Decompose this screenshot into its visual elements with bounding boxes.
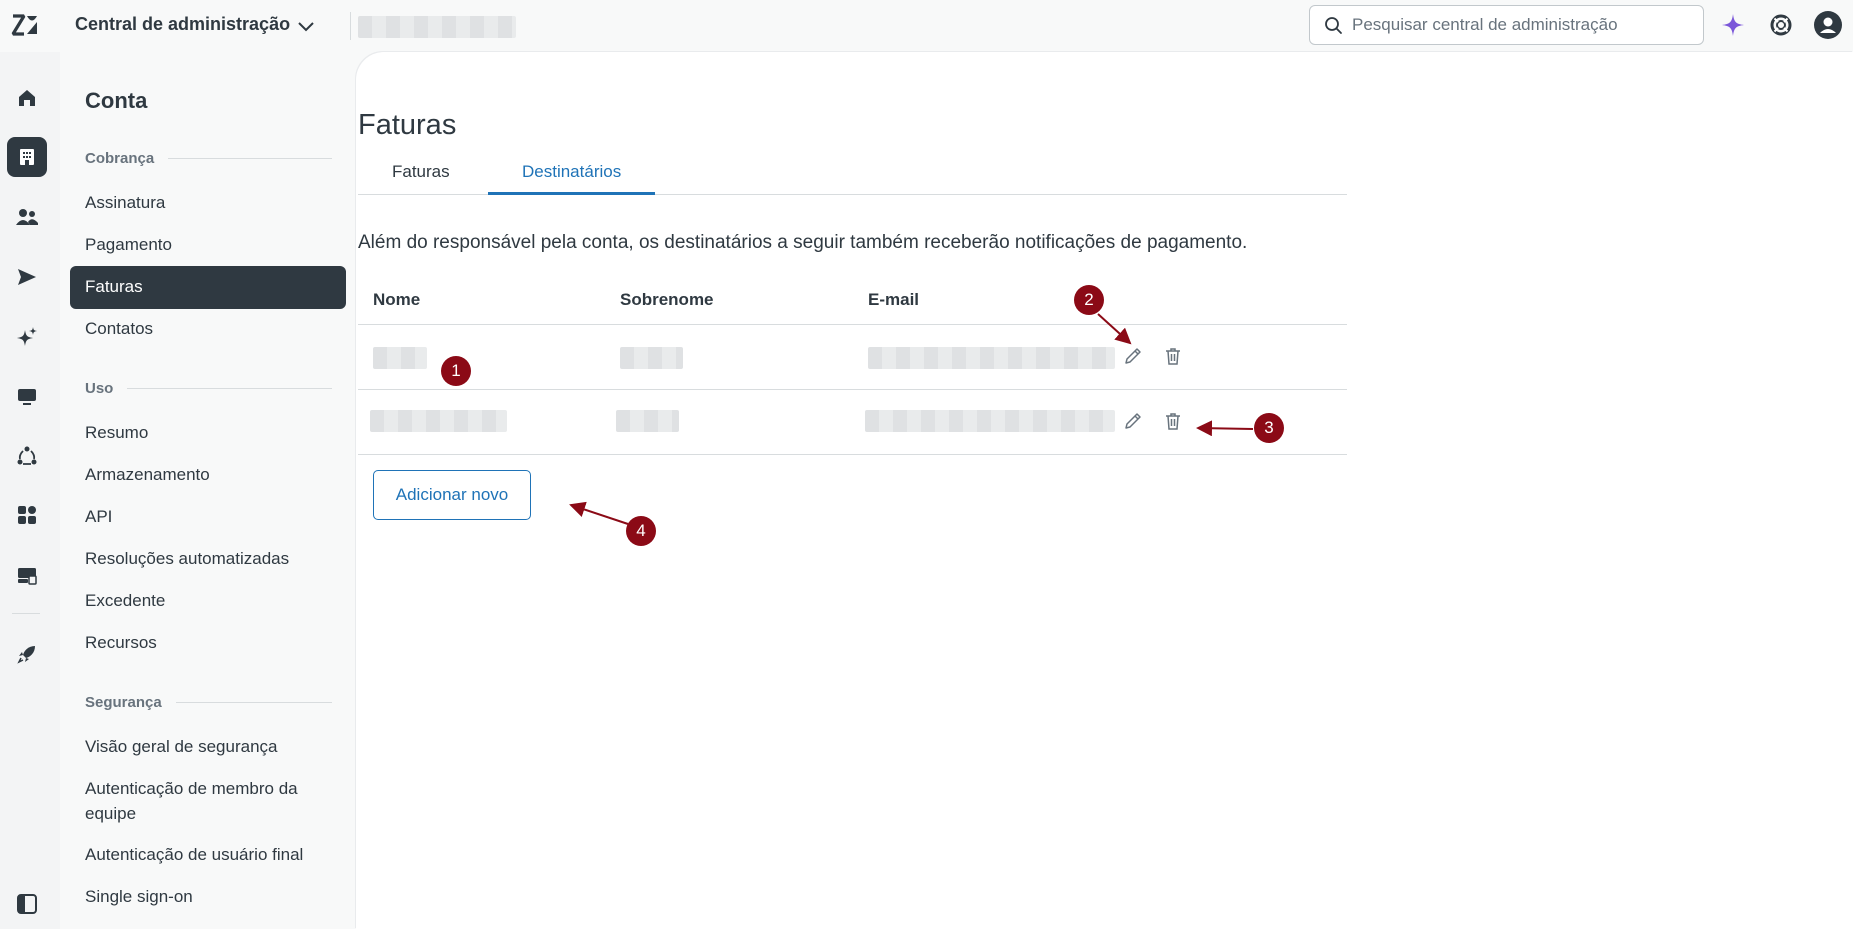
section-label: Cobrança — [85, 149, 155, 167]
section-label: Uso — [85, 379, 114, 397]
sidebar-item-pagamento[interactable]: Pagamento — [70, 224, 346, 267]
server-icon[interactable] — [7, 555, 47, 595]
sidebar-item-recursos[interactable]: Recursos — [70, 622, 346, 665]
edit-pencil-icon[interactable] — [1120, 343, 1146, 369]
sidebar-item-resumo[interactable]: Resumo — [70, 412, 346, 455]
search-field[interactable] — [1309, 5, 1704, 45]
sidebar-item-assinatura[interactable]: Assinatura — [70, 182, 346, 225]
sidebar-item-single-sign-on[interactable]: Single sign-on — [70, 876, 346, 919]
tab-bar: Faturas Destinatários — [358, 150, 1347, 195]
recipients-table: Nome Sobrenome E-mail — [358, 277, 1347, 455]
annotation-badge-1: 1 — [441, 356, 471, 386]
first-name-redacted — [373, 347, 427, 369]
sidebar-item-armazenamento[interactable]: Armazenamento — [70, 454, 346, 497]
annotation-badge-4: 4 — [626, 516, 656, 546]
sparkle-icon[interactable] — [7, 317, 47, 357]
main-content: Faturas Faturas Destinatários Além do re… — [356, 52, 1853, 929]
email-redacted — [865, 410, 1115, 432]
column-header-sobrenome: Sobrenome — [620, 290, 714, 309]
section-label: Segurança — [85, 693, 162, 711]
ai-sparkle-icon[interactable] — [1718, 10, 1748, 40]
top-header: Central de administração — [0, 0, 1853, 52]
tab-faturas[interactable]: Faturas — [358, 150, 484, 195]
panel-toggle-icon[interactable] — [7, 884, 47, 924]
sidebar-section-cobranca: Cobrança — [85, 148, 332, 168]
sidebar-item-autenticacao-membro[interactable]: Autenticação de membro da equipe — [70, 768, 346, 835]
user-avatar-icon[interactable] — [1813, 10, 1843, 40]
annotation-badge-3: 3 — [1254, 413, 1284, 443]
tab-destinatarios[interactable]: Destinatários — [488, 150, 656, 195]
account-name-redacted — [358, 16, 516, 38]
app-title[interactable]: Central de administração — [75, 14, 290, 35]
sidebar-item-api[interactable]: API — [70, 496, 346, 539]
email-redacted — [868, 347, 1115, 369]
annotation-badge-2: 2 — [1074, 285, 1104, 315]
product-rail — [0, 52, 60, 929]
sidebar-item-resolucoes[interactable]: Resoluções automatizadas — [70, 538, 346, 581]
header-divider — [350, 12, 351, 40]
sidebar-item-excedente[interactable]: Excedente — [70, 580, 346, 623]
delete-trash-icon[interactable] — [1160, 343, 1186, 369]
last-name-redacted — [616, 410, 679, 432]
first-name-redacted — [370, 410, 507, 432]
rail-divider — [12, 613, 40, 614]
search-input[interactable] — [1352, 14, 1692, 36]
home-icon[interactable] — [7, 78, 47, 118]
add-recipient-button[interactable]: Adicionar novo — [373, 470, 531, 520]
rocket-icon[interactable] — [7, 634, 47, 674]
recipients-description: Além do responsável pela conta, os desti… — [358, 232, 1248, 253]
sidebar-item-faturas[interactable]: Faturas — [70, 266, 346, 309]
nodes-icon[interactable] — [7, 436, 47, 476]
edit-pencil-icon[interactable] — [1120, 408, 1146, 434]
zendesk-logo-icon[interactable] — [10, 12, 40, 38]
page-title: Faturas — [358, 109, 457, 141]
column-header-nome: Nome — [373, 290, 421, 309]
table-row — [358, 325, 1347, 390]
table-header-row: Nome Sobrenome E-mail — [358, 277, 1347, 325]
sidebar-section-seguranca: Segurança — [85, 692, 332, 712]
sidebar-item-visao-geral-seguranca[interactable]: Visão geral de segurança — [70, 726, 346, 769]
building-icon[interactable] — [7, 137, 47, 177]
sidebar-item-autenticacao-usuario-final[interactable]: Autenticação de usuário final — [70, 834, 346, 877]
sidebar-section-uso: Uso — [85, 378, 332, 398]
last-name-redacted — [620, 347, 683, 369]
search-icon — [1324, 16, 1343, 35]
sidebar-item-contatos[interactable]: Contatos — [70, 308, 346, 351]
table-row — [358, 390, 1347, 455]
send-icon[interactable] — [7, 257, 47, 297]
help-lifebuoy-icon[interactable] — [1766, 10, 1796, 40]
admin-sidebar: Conta Cobrança Assinatura Pagamento Fatu… — [60, 52, 356, 929]
people-icon[interactable] — [7, 197, 47, 237]
monitor-icon[interactable] — [7, 376, 47, 416]
column-header-email: E-mail — [868, 290, 920, 309]
apps-icon[interactable] — [7, 495, 47, 535]
chevron-down-icon[interactable] — [295, 15, 317, 37]
delete-trash-icon[interactable] — [1160, 408, 1186, 434]
sidebar-title: Conta — [85, 88, 148, 113]
